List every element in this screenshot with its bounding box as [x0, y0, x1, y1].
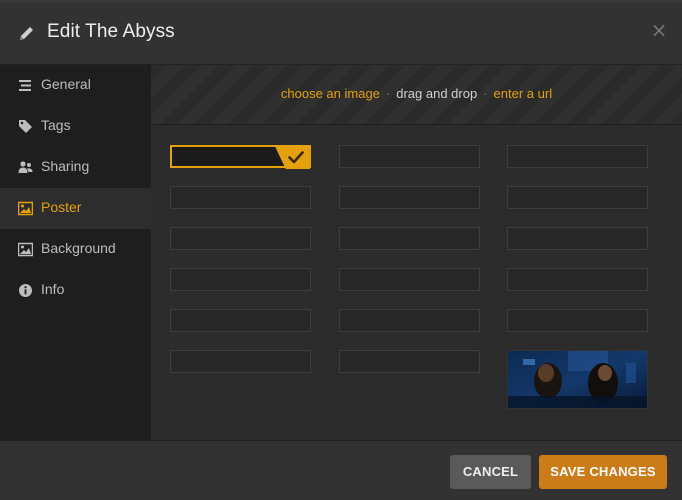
- poster-option[interactable]: [339, 145, 480, 168]
- poster-option[interactable]: [170, 350, 311, 373]
- save-changes-button[interactable]: SAVE CHANGES: [539, 455, 667, 489]
- checkmark-icon: [288, 151, 304, 164]
- poster-option[interactable]: [339, 309, 480, 332]
- sidebar-item-tags[interactable]: Tags: [0, 106, 151, 147]
- upload-dropzone[interactable]: choose an image · drag and drop · enter a ur…: [151, 65, 682, 125]
- separator: ·: [483, 86, 488, 101]
- poster-grid: [151, 125, 682, 440]
- sidebar-item-label: Info: [41, 281, 65, 297]
- poster-option-image[interactable]: [507, 350, 648, 409]
- sidebar: General Tags Sharing Poster Background I…: [0, 65, 151, 440]
- poster-panel: choose an image · drag and drop · enter a ur…: [151, 65, 682, 440]
- dialog-header: Edit The Abyss ×: [0, 3, 682, 65]
- image-icon: [18, 242, 33, 257]
- sidebar-item-label: Tags: [41, 117, 71, 133]
- dialog-title: Edit The Abyss: [47, 21, 175, 42]
- poster-option[interactable]: [339, 227, 480, 250]
- sidebar-item-sharing[interactable]: Sharing: [0, 147, 151, 188]
- poster-option[interactable]: [507, 309, 648, 332]
- poster-option[interactable]: [339, 186, 480, 209]
- drag-drop-text: drag and drop: [396, 86, 478, 101]
- poster-thumbnail: [508, 351, 647, 408]
- upload-options: choose an image · drag and drop · enter a ur…: [151, 86, 682, 101]
- poster-option[interactable]: [507, 145, 648, 168]
- choose-image-link[interactable]: choose an image: [281, 86, 380, 101]
- dialog-footer: CANCEL SAVE CHANGES: [0, 440, 682, 500]
- sidebar-item-info[interactable]: Info: [0, 270, 151, 311]
- info-icon: [19, 284, 32, 297]
- poster-option[interactable]: [170, 268, 311, 291]
- poster-option[interactable]: [507, 268, 648, 291]
- sidebar-item-general[interactable]: General: [0, 65, 151, 106]
- cancel-button[interactable]: CANCEL: [450, 455, 531, 489]
- separator: ·: [385, 86, 391, 101]
- sidebar-item-label: General: [41, 76, 91, 92]
- users-icon: [18, 161, 33, 173]
- image-icon: [18, 201, 33, 216]
- poster-option[interactable]: [170, 309, 311, 332]
- tag-icon: [19, 120, 32, 133]
- poster-option[interactable]: [170, 186, 311, 209]
- close-icon[interactable]: ×: [650, 20, 668, 40]
- poster-option[interactable]: [170, 227, 311, 250]
- pencil-icon: [20, 27, 33, 40]
- sidebar-item-poster[interactable]: Poster: [0, 188, 151, 229]
- poster-option-selected[interactable]: [170, 145, 311, 169]
- poster-option[interactable]: [339, 350, 480, 373]
- sidebar-item-label: Poster: [41, 199, 82, 215]
- list-icon: [19, 80, 31, 91]
- edit-dialog: Edit The Abyss × General Tags Sharing Po…: [0, 0, 682, 500]
- poster-option[interactable]: [507, 186, 648, 209]
- sidebar-item-background[interactable]: Background: [0, 229, 151, 270]
- sidebar-item-label: Sharing: [41, 158, 90, 174]
- sidebar-item-label: Background: [41, 240, 116, 256]
- enter-url-link[interactable]: enter a url: [494, 86, 553, 101]
- poster-option[interactable]: [339, 268, 480, 291]
- poster-option[interactable]: [507, 227, 648, 250]
